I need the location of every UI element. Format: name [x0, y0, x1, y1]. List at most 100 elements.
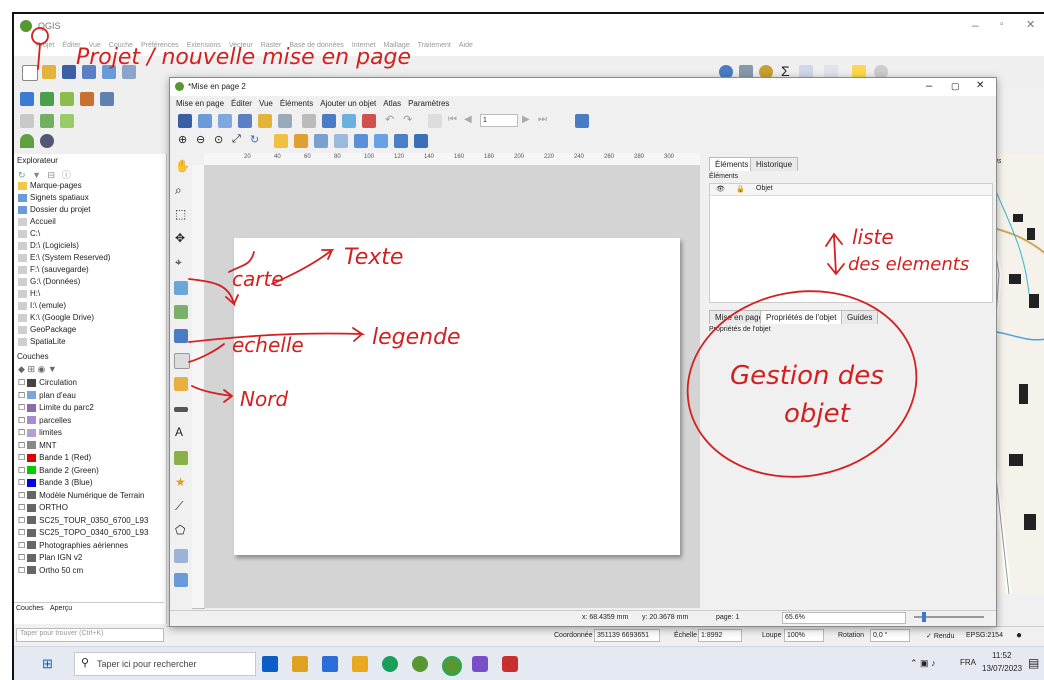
layout-menu-item[interactable]: Ajouter un objet	[320, 99, 376, 108]
layer-item[interactable]: ☐ Ortho 50 cm	[18, 566, 83, 575]
export-image-icon[interactable]	[322, 114, 336, 128]
prev-feature-icon[interactable]: ◀	[464, 114, 472, 125]
close-icon[interactable]: ✕	[1026, 18, 1035, 31]
edit-icon[interactable]	[60, 114, 74, 128]
qgis-menu-item[interactable]: Raster	[261, 42, 282, 49]
add-vector-icon[interactable]	[20, 92, 34, 106]
layer-checkbox[interactable]: ☐	[18, 553, 25, 562]
layer-item[interactable]: ☐ Bande 2 (Green)	[18, 466, 99, 475]
globe-icon[interactable]	[40, 134, 54, 148]
save-layout-icon[interactable]	[178, 114, 192, 128]
add-wms-icon[interactable]	[80, 92, 94, 106]
layer-checkbox[interactable]: ☐	[18, 441, 25, 450]
atlas-preview-icon[interactable]	[428, 114, 442, 128]
new-layout-icon[interactable]	[102, 65, 116, 79]
layer-checkbox[interactable]: ☐	[18, 516, 25, 525]
layout-menu-item[interactable]: Vue	[259, 99, 273, 108]
layer-item[interactable]: ☐ Plan IGN v2	[18, 553, 82, 562]
collapse-icon[interactable]: ⊟	[48, 170, 56, 180]
move-content-icon[interactable]: ✥	[175, 231, 185, 245]
add-polyline-icon[interactable]: ⟋	[175, 499, 183, 514]
browser-item[interactable]: G:\ (Données)	[18, 277, 80, 286]
new-layout-icon-2[interactable]	[198, 114, 212, 128]
add-wfs-icon[interactable]	[100, 92, 114, 106]
first-feature-icon[interactable]: ⏮	[448, 114, 457, 125]
refresh-layout-icon[interactable]: ↻	[250, 133, 259, 146]
scale-field[interactable]: 1:8992	[698, 629, 742, 642]
layer-checkbox[interactable]: ☐	[18, 453, 25, 462]
filter-layers-icon[interactable]: ▼	[48, 364, 57, 374]
layer-item[interactable]: ☐ Bande 1 (Red)	[18, 453, 91, 462]
layer-item[interactable]: ☐ Photographies aériennes	[18, 541, 128, 550]
add-polygon-icon[interactable]: ⬠	[175, 523, 185, 537]
browser-item[interactable]: GeoPackage	[18, 325, 76, 334]
digitize-icon[interactable]	[40, 114, 54, 128]
layer-item[interactable]: ☐ SC25_TOUR_0350_6700_L93	[18, 516, 148, 525]
tab-items[interactable]: Éléments	[709, 157, 755, 171]
layout-manager-icon-2[interactable]	[238, 114, 252, 128]
tab-overview[interactable]: Aperçu	[50, 605, 72, 612]
layer-item[interactable]: ☐ parcelles	[18, 416, 71, 425]
zoom-slider-handle[interactable]	[922, 612, 926, 622]
qgis-menu-item[interactable]: Internet	[352, 42, 376, 49]
taskbar-search[interactable]: ⚲ Taper ici pour rechercher	[74, 652, 256, 676]
add-map-icon[interactable]	[174, 281, 188, 295]
layout-menu-item[interactable]: Éditer	[231, 99, 252, 108]
clock-date[interactable]: 13/07/2023	[982, 664, 1022, 673]
qgis-taskbar-icon-2[interactable]	[442, 656, 462, 676]
task-view-icon[interactable]	[262, 656, 278, 672]
notification-icon[interactable]: ▤	[1028, 656, 1039, 670]
select-icon[interactable]	[20, 114, 34, 128]
add-marker-icon[interactable]: ★	[175, 475, 186, 489]
pan-tool-icon[interactable]: ✋	[175, 159, 190, 173]
add-picture-icon[interactable]	[174, 329, 188, 343]
qgis-menu-item[interactable]: Vue	[89, 42, 101, 49]
layout-manager-icon[interactable]	[122, 65, 136, 79]
layer-checkbox[interactable]: ☐	[18, 503, 25, 512]
refresh-icon[interactable]: ↻	[18, 170, 26, 180]
qgis-taskbar-icon[interactable]	[412, 656, 428, 672]
zoom-combo[interactable]: 65.6%	[782, 612, 906, 624]
layer-checkbox[interactable]: ☐	[18, 466, 25, 475]
new-project-icon[interactable]	[22, 65, 38, 81]
add-shape-icon[interactable]	[174, 451, 188, 465]
atlas-page-field[interactable]: 1	[480, 114, 518, 127]
layout-menu-item[interactable]: Éléments	[280, 99, 313, 108]
zoom-full-icon[interactable]: ⤢	[232, 133, 241, 146]
eye-icon[interactable]: ◉	[38, 364, 46, 374]
browser-item[interactable]: H:\	[18, 289, 40, 298]
magnifier-field[interactable]: 100%	[784, 629, 824, 642]
layout-menu-item[interactable]: Mise en page	[176, 99, 224, 108]
raise-icon[interactable]	[354, 134, 368, 148]
layer-item[interactable]: ☐ limites	[18, 428, 62, 437]
add-table-icon[interactable]	[174, 573, 188, 587]
browser-item[interactable]: E:\ (System Reserved)	[18, 253, 110, 262]
windows-start-icon[interactable]: ⊞	[42, 656, 53, 672]
app-icon[interactable]	[472, 656, 488, 672]
file-explorer-icon[interactable]	[292, 656, 308, 672]
layer-checkbox[interactable]: ☐	[18, 541, 25, 550]
open-template-icon[interactable]	[258, 114, 272, 128]
chrome-icon[interactable]	[382, 656, 398, 672]
qgis-menu-item[interactable]: Maillage	[384, 42, 410, 49]
layer-item[interactable]: ☐ MNT	[18, 441, 57, 450]
qgis-menu-item[interactable]: Extensions	[187, 42, 221, 49]
save-project-icon[interactable]	[62, 65, 76, 79]
add-group-icon[interactable]: ⊞	[27, 364, 35, 374]
maximize-icon[interactable]: ▫	[1000, 19, 1004, 30]
qgis-menu-item[interactable]: Préférences	[141, 42, 179, 49]
coord-field[interactable]: 351139 6693651	[594, 629, 660, 642]
zoom-out-icon[interactable]: ⊖	[196, 133, 205, 146]
lock-items-icon[interactable]	[274, 134, 288, 148]
browser-item[interactable]: D:\ (Logiciels)	[18, 241, 79, 250]
add-legend-icon[interactable]	[174, 377, 188, 391]
qgis-menu-item[interactable]: Éditer	[62, 42, 80, 49]
locator-search[interactable]: Taper pour trouver (Ctrl+K)	[16, 628, 164, 642]
browser-item[interactable]: Signets spatiaux	[18, 193, 89, 202]
zoom-slider[interactable]	[914, 612, 984, 622]
tab-item-properties[interactable]: Propriétés de l'objet	[760, 310, 843, 324]
georef-icon[interactable]	[20, 134, 34, 148]
layout-minimize-icon[interactable]: –	[926, 80, 932, 92]
redo-icon[interactable]: ↷	[403, 113, 412, 126]
browser-item[interactable]: Marque-pages	[18, 181, 82, 190]
